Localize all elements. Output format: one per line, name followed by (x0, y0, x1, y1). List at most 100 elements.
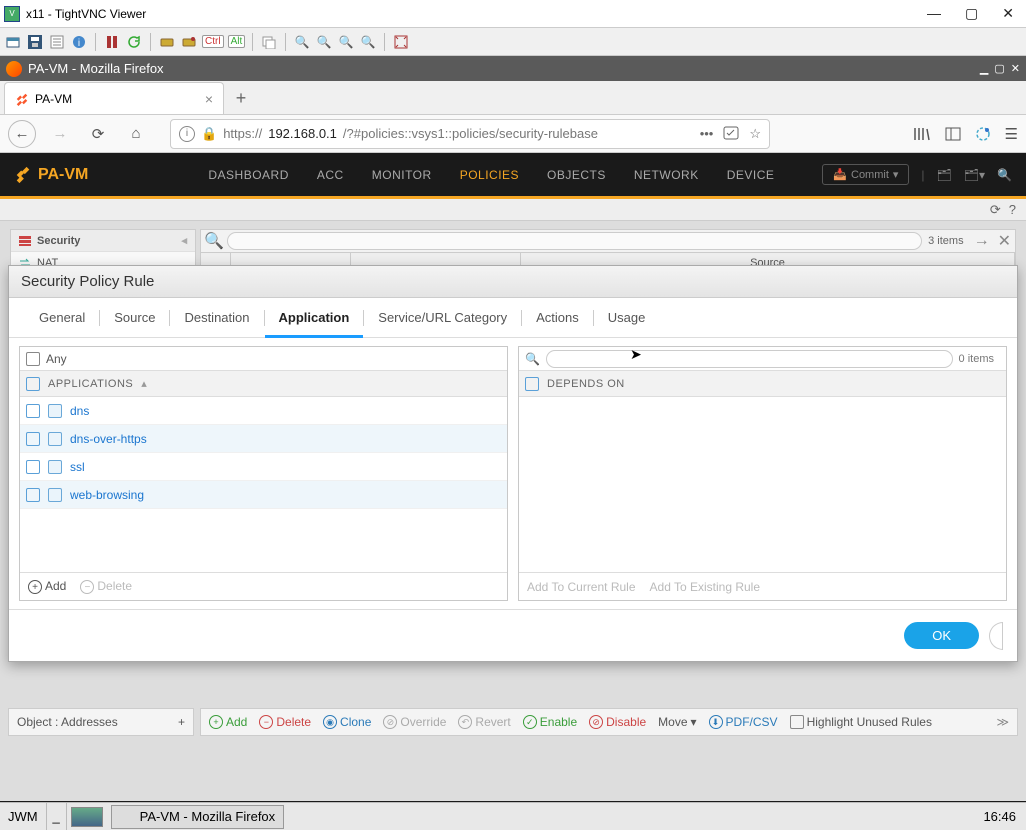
app-row[interactable]: dns-over-https (20, 425, 507, 453)
any-checkbox[interactable] (26, 352, 40, 366)
tool-disable[interactable]: ⊘Disable (589, 715, 646, 729)
close-icon[interactable]: ✕ (1002, 5, 1014, 22)
add-object-icon[interactable]: + (178, 715, 185, 729)
site-info-icon[interactable]: i (179, 126, 195, 142)
zoom-auto-icon[interactable]: 🔍 (359, 33, 377, 51)
config-icon[interactable]: 🗂 (937, 168, 952, 182)
collapse-icon[interactable]: ◂ (181, 234, 187, 247)
highlight-checkbox[interactable] (790, 715, 804, 729)
rules-search-input[interactable] (227, 232, 922, 250)
extension-icon[interactable] (975, 126, 991, 142)
tool-move[interactable]: Move ▾ (658, 715, 696, 729)
options-icon[interactable] (48, 33, 66, 51)
next-icon[interactable]: → (970, 232, 994, 250)
alt-key[interactable]: Alt (228, 35, 246, 48)
sync-icon[interactable]: ⟳ (990, 202, 1001, 218)
nav-acc[interactable]: ACC (317, 168, 344, 182)
cancel-button[interactable] (989, 622, 1003, 650)
library-icon[interactable] (913, 126, 931, 142)
clear-icon[interactable]: ✕ (994, 231, 1015, 251)
add-app-button[interactable]: +Add (28, 579, 66, 595)
workspace-switcher[interactable] (71, 807, 103, 827)
home-button[interactable]: ⌂ (122, 120, 150, 148)
sidebar-icon[interactable] (945, 127, 961, 141)
nav-monitor[interactable]: MONITOR (372, 168, 432, 182)
app-row[interactable]: web-browsing (20, 481, 507, 509)
zoom-out-icon[interactable]: 🔍 (315, 33, 333, 51)
tab-usage[interactable]: Usage (594, 299, 660, 337)
maximize-icon[interactable]: ▢ (965, 5, 978, 22)
app-row[interactable]: dns (20, 397, 507, 425)
refresh-icon[interactable] (125, 33, 143, 51)
depends-search-input[interactable] (546, 350, 953, 368)
tool-delete[interactable]: −Delete (259, 715, 311, 729)
ok-button[interactable]: OK (904, 622, 979, 649)
show-desktop[interactable]: _ (47, 803, 67, 830)
settings-icon[interactable]: 🗂▾ (964, 168, 985, 182)
fullscreen-icon[interactable] (392, 33, 410, 51)
more-icon[interactable]: ≫ (996, 715, 1009, 729)
row-checkbox[interactable] (26, 460, 40, 474)
menu-icon[interactable]: ☰ (1005, 125, 1018, 143)
new-conn-icon[interactable] (4, 33, 22, 51)
tab-actions[interactable]: Actions (522, 299, 593, 337)
page-actions-icon[interactable]: ••• (700, 126, 714, 142)
zoom-in-icon[interactable]: 🔍 (293, 33, 311, 51)
row-checkbox[interactable] (26, 404, 40, 418)
tab-destination[interactable]: Destination (170, 299, 263, 337)
sidebar-item-security[interactable]: Security ◂ (11, 230, 195, 252)
nav-objects[interactable]: OBJECTS (547, 168, 606, 182)
search-icon[interactable]: 🔍 (205, 232, 223, 250)
ctrl-esc-icon[interactable] (180, 33, 198, 51)
tool-clone[interactable]: ◉Clone (323, 715, 371, 729)
tool-highlight[interactable]: Highlight Unused Rules (790, 715, 932, 729)
commit-button[interactable]: 📥 Commit ▾ (822, 164, 909, 185)
search-icon[interactable]: 🔍 (997, 168, 1012, 182)
search-icon[interactable]: 🔍 (525, 352, 540, 366)
browser-tab[interactable]: PA-VM × (4, 82, 224, 114)
tool-enable[interactable]: ✓Enable (523, 715, 577, 729)
ff-maximize-icon[interactable]: ▢ (994, 62, 1004, 75)
nav-dashboard[interactable]: DASHBOARD (208, 168, 289, 182)
tab-close-icon[interactable]: × (205, 91, 213, 107)
tab-service[interactable]: Service/URL Category (364, 299, 521, 337)
save-icon[interactable] (26, 33, 44, 51)
select-all-checkbox[interactable] (26, 377, 40, 391)
zoom-100-icon[interactable]: 🔍 (337, 33, 355, 51)
back-button[interactable]: ← (8, 120, 36, 148)
minimize-icon[interactable]: — (927, 5, 941, 22)
app-row[interactable]: ssl (20, 453, 507, 481)
tool-add[interactable]: +Add (209, 715, 247, 729)
depends-select-all-checkbox[interactable] (525, 377, 539, 391)
jwm-menu[interactable]: JWM (0, 803, 47, 830)
url-bar[interactable]: i 🔒 https://192.168.0.1/?#policies::vsys… (170, 119, 770, 149)
help-icon[interactable]: ? (1009, 202, 1016, 217)
tab-general[interactable]: General (25, 299, 99, 337)
new-tab-button[interactable]: + (224, 82, 258, 114)
reader-icon[interactable] (723, 126, 739, 142)
app-link[interactable]: dns-over-https (70, 432, 147, 446)
sort-icon[interactable]: ▴ (141, 377, 147, 390)
reload-button[interactable]: ⟳ (84, 120, 112, 148)
app-link[interactable]: ssl (70, 460, 85, 474)
apps-column-header[interactable]: APPLICATIONS (48, 378, 133, 390)
tab-application[interactable]: Application (265, 299, 364, 337)
cad-icon[interactable] (158, 33, 176, 51)
ff-close-icon[interactable]: ✕ (1011, 62, 1020, 75)
ctrl-key[interactable]: Ctrl (202, 35, 224, 48)
row-checkbox[interactable] (26, 488, 40, 502)
app-link[interactable]: web-browsing (70, 488, 144, 502)
tab-source[interactable]: Source (100, 299, 169, 337)
pause-icon[interactable] (103, 33, 121, 51)
nav-network[interactable]: NETWORK (634, 168, 699, 182)
app-link[interactable]: dns (70, 404, 89, 418)
row-checkbox[interactable] (26, 432, 40, 446)
nav-device[interactable]: DEVICE (727, 168, 775, 182)
taskbar-app[interactable]: PA-VM - Mozilla Firefox (111, 805, 285, 829)
bookmark-icon[interactable]: ☆ (749, 126, 761, 142)
nav-policies[interactable]: POLICIES (460, 168, 519, 182)
ff-minimize-icon[interactable]: ▁ (980, 62, 988, 75)
info-icon[interactable]: i (70, 33, 88, 51)
tool-pdf[interactable]: ⬇PDF/CSV (709, 715, 778, 729)
transfer-icon[interactable] (260, 33, 278, 51)
